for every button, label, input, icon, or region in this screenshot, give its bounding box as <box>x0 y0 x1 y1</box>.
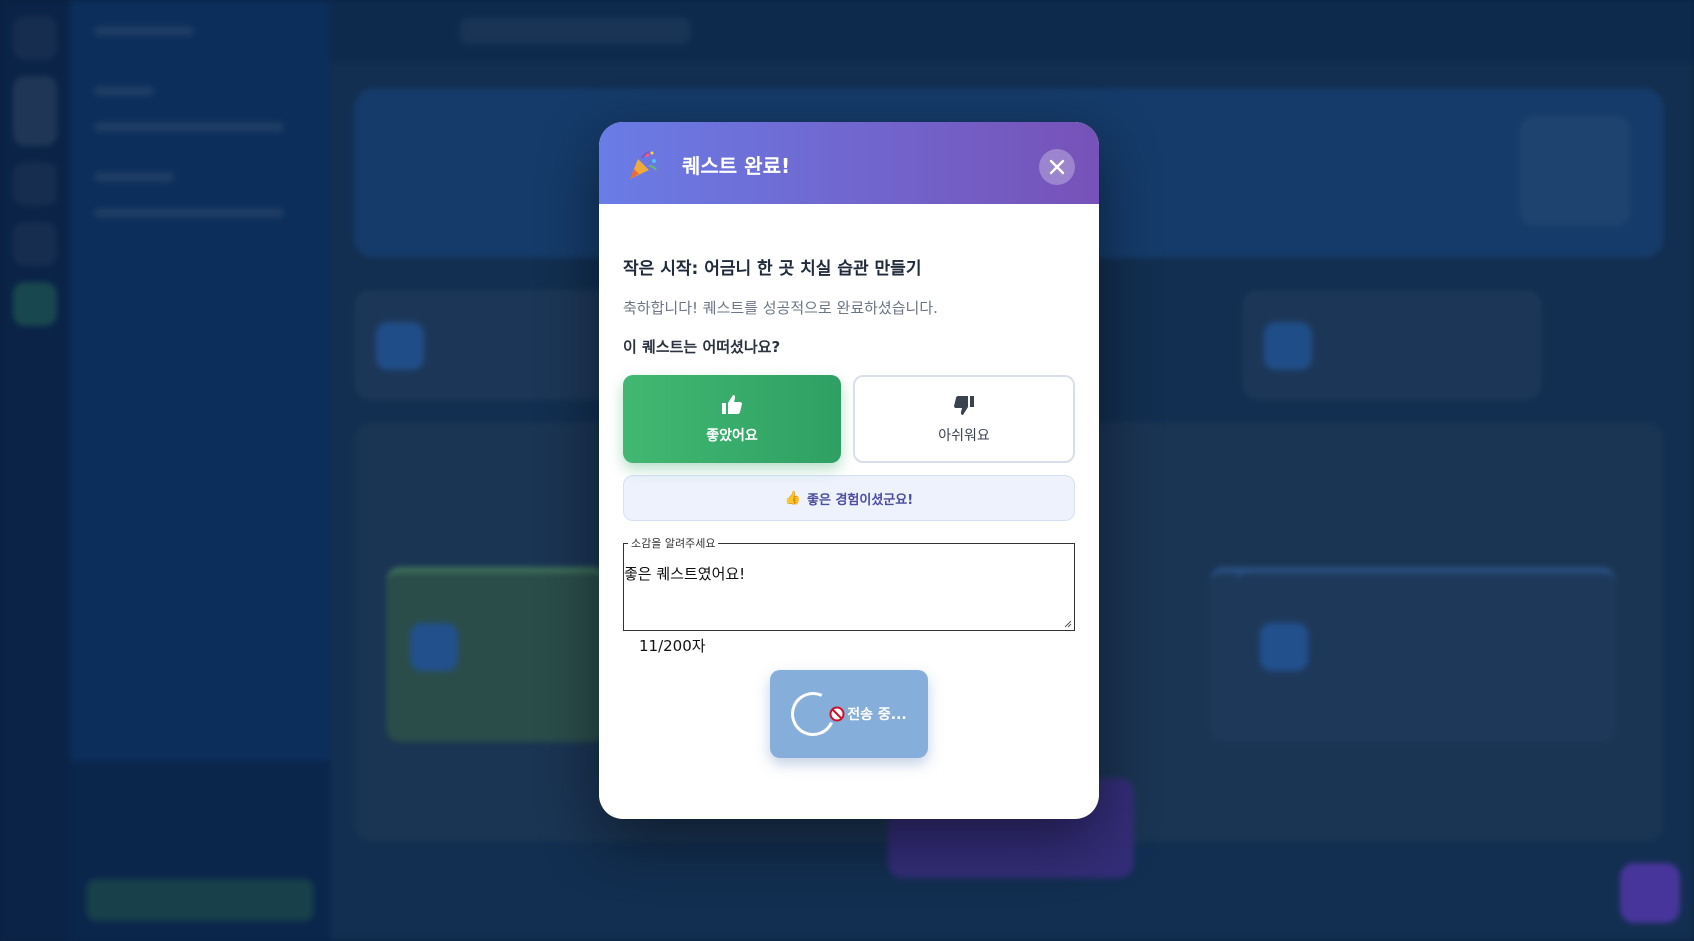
submit-label: 전송 중... <box>847 707 907 723</box>
quest-complete-modal: 퀘스트 완료! 작은 시작: 어금니 한 곳 치실 습관 만들기 축하합니다! … <box>599 122 1099 819</box>
rating-question: 이 퀘스트는 어떠셨나요? <box>623 338 781 356</box>
not-allowed-icon <box>829 706 845 722</box>
thumbs-down-icon <box>954 396 974 415</box>
thumbs-up-icon <box>722 395 742 414</box>
party-popper-icon <box>630 151 657 179</box>
good-rating-label: 좋았어요 <box>706 428 758 444</box>
feedback-message: 좋은 경험이셨군요! <box>807 492 914 508</box>
quest-name: 작은 시작: 어금니 한 곳 치실 습관 만들기 <box>623 259 922 279</box>
good-rating-button[interactable]: 좋았어요 <box>623 375 841 463</box>
note-textarea[interactable]: 좋은 퀘스트였어요! <box>624 563 1074 643</box>
modal-title: 퀘스트 완료! <box>682 154 791 178</box>
note-legend: 소감을 알려주세요 <box>631 537 716 550</box>
submit-wrap: 전송 중... <box>623 670 1075 758</box>
modal-header: 퀘스트 완료! <box>599 122 1099 204</box>
thumbs-up-emoji-icon: 👍 <box>784 490 802 506</box>
bad-rating-button[interactable]: 아쉬워요 <box>853 375 1075 463</box>
resize-grip-icon[interactable] <box>1064 620 1072 628</box>
feedback-message-box: 👍 좋은 경험이셨군요! <box>623 475 1075 521</box>
modal-body: 작은 시작: 어금니 한 곳 치실 습관 만들기 축하합니다! 퀘스트를 성공적… <box>599 254 1099 758</box>
close-button[interactable] <box>1039 149 1075 185</box>
bad-rating-label: 아쉬워요 <box>938 428 990 444</box>
rating-options: 좋았어요 아쉬워요 <box>623 375 1075 463</box>
congrats-text: 축하합니다! 퀘스트를 성공적으로 완료하셨습니다. <box>623 299 938 317</box>
close-icon <box>1049 159 1065 175</box>
note-fieldset: 소감을 알려주세요 좋은 퀘스트였어요! <box>623 535 1075 643</box>
submit-button[interactable]: 전송 중... <box>770 670 928 758</box>
